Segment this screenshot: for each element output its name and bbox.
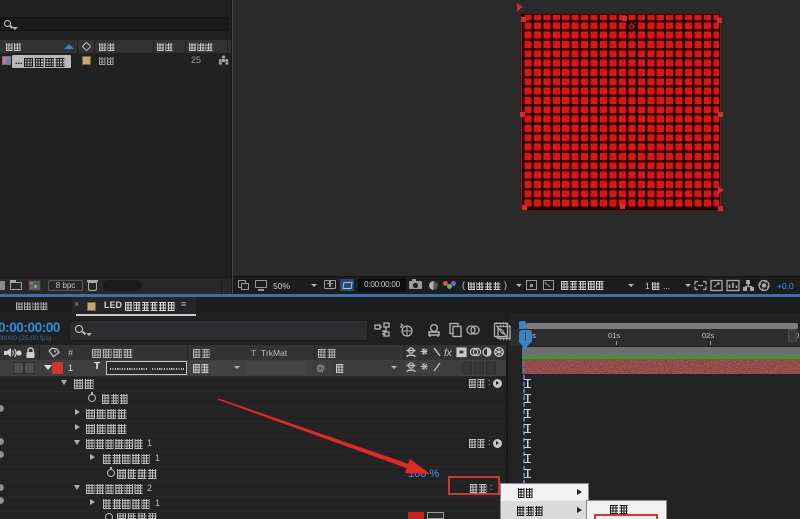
svg-text:fx: fx — [444, 348, 453, 359]
